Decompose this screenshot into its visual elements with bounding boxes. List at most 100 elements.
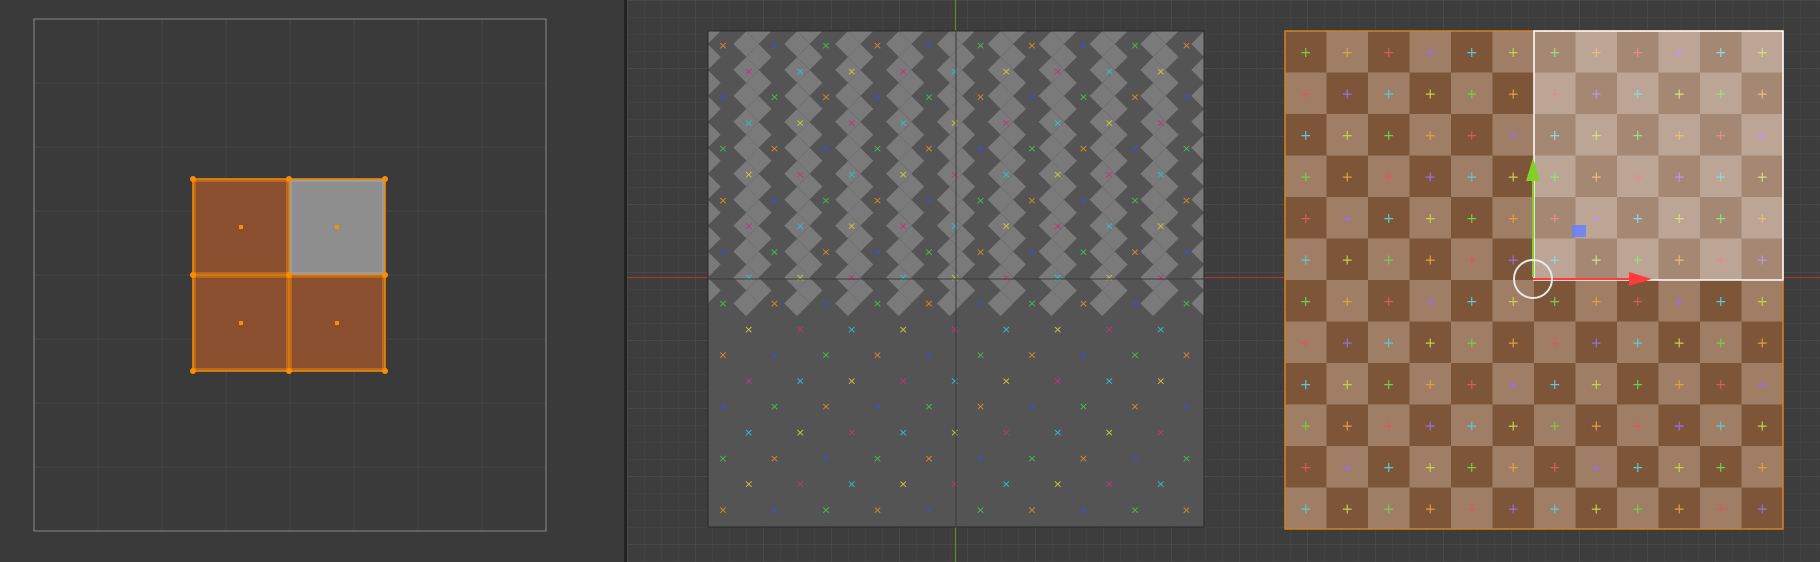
checker-x-mark: ×: [770, 91, 779, 104]
grey-plane-texture: × × × × × × × × × × × × × × × × × × × × × × × × × × × × × × × × × × × × × × × ×…: [708, 31, 1204, 527]
uv-vertex[interactable]: [286, 272, 292, 278]
checker-x-mark: ×: [950, 65, 959, 78]
checker-x-mark: ×: [1053, 168, 1062, 181]
checker-plus-mark: +: [1300, 252, 1312, 268]
uv-face-bottom-left[interactable]: [192, 274, 290, 372]
checker-x-mark: ×: [744, 168, 753, 181]
checker-plus-mark: +: [1466, 45, 1478, 61]
checker-x-mark: ×: [1130, 245, 1139, 258]
checker-plus-mark: +: [1466, 460, 1478, 476]
checker-plus-mark: +: [1341, 294, 1353, 310]
checker-x-mark: ×: [1079, 400, 1088, 413]
uv-vertex[interactable]: [286, 368, 292, 374]
checker-plus-mark: +: [1300, 45, 1312, 61]
uv-vertex[interactable]: [190, 368, 196, 374]
checker-plus-mark: +: [1341, 86, 1353, 102]
checker-plus-mark: +: [1549, 501, 1561, 517]
checker-plus-mark: +: [1507, 501, 1519, 517]
checker-x-mark: ×: [1079, 194, 1088, 207]
checker-x-mark: ×: [950, 271, 959, 284]
checker-x-mark: ×: [1130, 452, 1139, 465]
uv-editor[interactable]: [0, 0, 624, 562]
checker-x-mark: ×: [873, 194, 882, 207]
checker-plus-mark: +: [1549, 294, 1561, 310]
uv-face-dot: [239, 225, 243, 229]
checker-x-mark: ×: [796, 374, 805, 387]
checker-x-mark: ×: [796, 323, 805, 336]
checker-x-mark: ×: [1130, 142, 1139, 155]
checker-x-mark: ×: [1053, 323, 1062, 336]
uv-editor-canvas[interactable]: [0, 0, 624, 562]
checker-plus-mark: +: [1300, 86, 1312, 102]
checker-x-mark: ×: [1105, 168, 1114, 181]
checker-x-mark: ×: [1130, 194, 1139, 207]
checker-x-mark: ×: [847, 323, 856, 336]
checker-x-mark: ×: [1027, 503, 1036, 516]
uv-face-bottom-right[interactable]: [288, 274, 386, 372]
checker-x-mark: ×: [1027, 297, 1036, 310]
checker-x-mark: ×: [873, 245, 882, 258]
uv-face-top-right[interactable]: [288, 178, 386, 276]
checker-x-mark: ×: [873, 91, 882, 104]
checker-x-mark: ×: [718, 400, 727, 413]
checker-plus-mark: +: [1507, 169, 1519, 185]
checker-plus-mark: +: [1590, 377, 1602, 393]
checker-plus-mark: +: [1383, 128, 1395, 144]
checker-x-mark: ×: [718, 503, 727, 516]
checker-x-mark: ×: [924, 297, 933, 310]
checker-x-mark: ×: [924, 142, 933, 155]
checker-plus-mark: +: [1590, 335, 1602, 351]
selected-face-highlight[interactable]: [1533, 30, 1784, 281]
3d-viewport[interactable]: × × × × × × × × × × × × × × × × × × × × × × × × × × × × × × × × × × × × × × × ×…: [627, 0, 1820, 562]
checker-plus-mark: +: [1300, 377, 1312, 393]
checker-x-mark: ×: [718, 349, 727, 362]
checker-x-mark: ×: [1105, 116, 1114, 129]
checker-plus-mark: +: [1632, 377, 1644, 393]
checker-plus-mark: +: [1300, 460, 1312, 476]
checker-plus-mark: +: [1715, 294, 1727, 310]
checker-x-mark: ×: [744, 478, 753, 491]
uv-vertex[interactable]: [190, 272, 196, 278]
checker-x-mark: ×: [976, 39, 985, 52]
checker-x-mark: ×: [899, 168, 908, 181]
checker-x-mark: ×: [1027, 194, 1036, 207]
checker-x-mark: ×: [1156, 168, 1165, 181]
checker-plus-mark: +: [1383, 460, 1395, 476]
viewport-canvas[interactable]: × × × × × × × × × × × × × × × × × × × × × × × × × × × × × × × × × × × × × × × ×…: [627, 0, 1820, 562]
uv-vertex[interactable]: [190, 176, 196, 182]
checker-plus-mark: +: [1715, 501, 1727, 517]
checker-x-mark: ×: [924, 245, 933, 258]
checker-plus-mark: +: [1507, 211, 1519, 227]
xy-plane-handle-icon[interactable]: [1572, 225, 1586, 237]
checker-x-mark: ×: [1182, 39, 1191, 52]
checker-x-mark: ×: [1130, 400, 1139, 413]
checker-plus-mark: +: [1424, 460, 1436, 476]
checker-plus-mark: +: [1383, 86, 1395, 102]
checker-x-mark: ×: [847, 116, 856, 129]
uv-vertex[interactable]: [382, 368, 388, 374]
checker-x-mark: ×: [847, 374, 856, 387]
checker-plus-mark: +: [1341, 460, 1353, 476]
checker-x-mark: ×: [976, 349, 985, 362]
uv-vertex[interactable]: [382, 272, 388, 278]
checker-plus-mark: +: [1300, 169, 1312, 185]
checker-x-mark: ×: [821, 297, 830, 310]
uv-mesh[interactable]: [190, 176, 388, 374]
checker-plus-mark: +: [1590, 460, 1602, 476]
checker-plus-mark: +: [1715, 377, 1727, 393]
checker-plus-mark: +: [1424, 211, 1436, 227]
uv-face-top-left[interactable]: [192, 178, 290, 276]
checker-x-mark: ×: [770, 245, 779, 258]
checker-x-mark: ×: [1053, 374, 1062, 387]
uv-face-dot: [335, 321, 339, 325]
checker-x-mark: ×: [1182, 297, 1191, 310]
checker-plus-mark: +: [1632, 460, 1644, 476]
checker-x-mark: ×: [821, 503, 830, 516]
checker-x-mark: ×: [1156, 478, 1165, 491]
checker-plus-mark: +: [1383, 377, 1395, 393]
checker-x-mark: ×: [770, 349, 779, 362]
checker-plus-mark: +: [1756, 377, 1768, 393]
uv-vertex[interactable]: [286, 176, 292, 182]
uv-vertex[interactable]: [382, 176, 388, 182]
grey-checker-plane[interactable]: × × × × × × × × × × × × × × × × × × × × × × × × × × × × × × × × × × × × × × × ×…: [683, 5, 1268, 528]
